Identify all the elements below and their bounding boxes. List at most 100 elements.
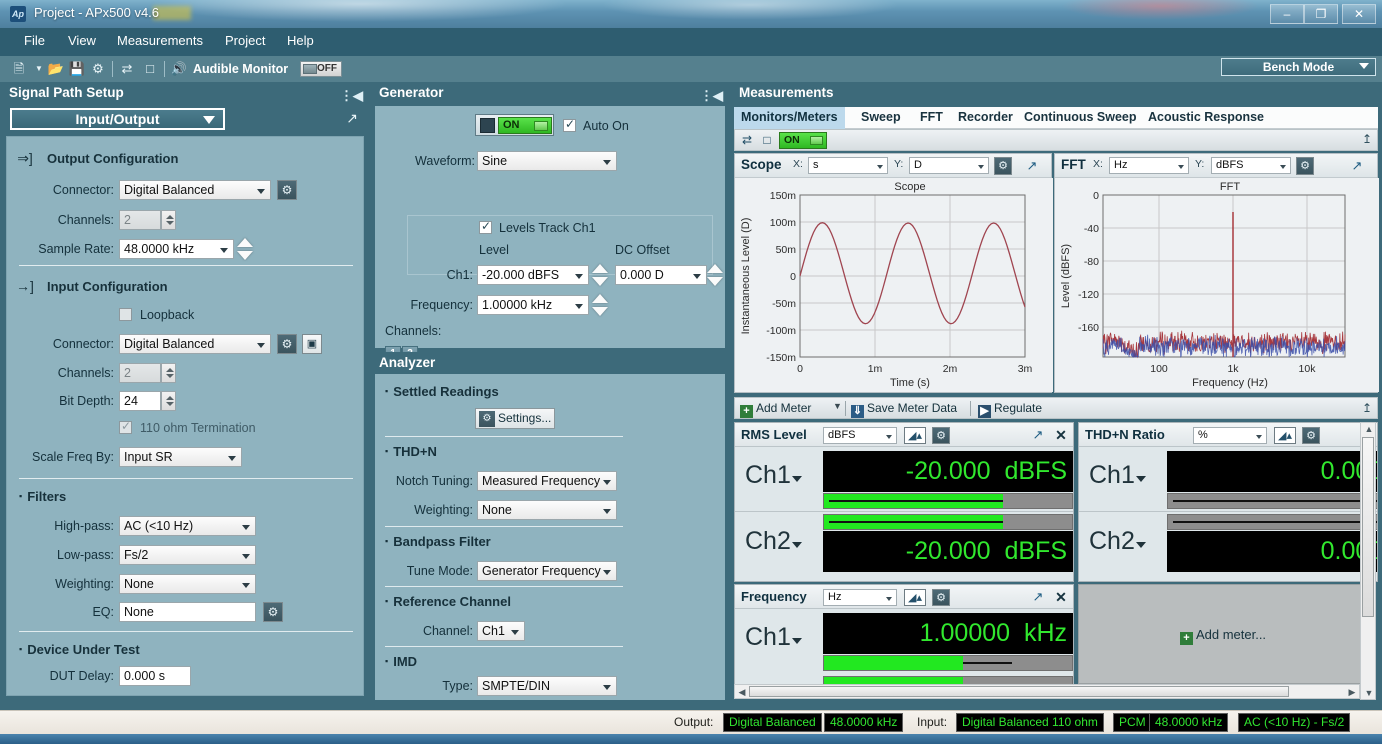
eq-settings-button[interactable]: ⚙: [263, 602, 283, 622]
signal-path-icon[interactable]: ⇄: [738, 132, 756, 149]
menu-view[interactable]: View: [68, 33, 96, 48]
fft-x-select[interactable]: Hz: [1109, 157, 1189, 174]
tab-recorder[interactable]: Recorder: [951, 107, 1020, 129]
add-meter-placeholder[interactable]: +Add meter...: [1078, 584, 1368, 684]
generator-frequency-stepper[interactable]: [590, 294, 610, 316]
bit-depth-stepper[interactable]: [161, 391, 176, 411]
rms-level-unit-select[interactable]: dBFS: [823, 427, 897, 444]
add-meter-caret-icon[interactable]: ▼: [833, 401, 842, 411]
scope-settings-button[interactable]: ⚙: [994, 157, 1012, 175]
reference-channel-select[interactable]: Ch1: [477, 621, 525, 641]
waveform-icon[interactable]: □: [758, 132, 776, 149]
rms-level-close-icon[interactable]: ✕: [1052, 427, 1070, 444]
frequency-popout-icon[interactable]: ↗: [1029, 589, 1047, 606]
input-output-selector[interactable]: Input/Output: [10, 108, 225, 130]
frequency-graph-icon[interactable]: ◢▴: [904, 589, 926, 606]
frequency-unit-select[interactable]: Hz: [823, 589, 897, 606]
save-icon[interactable]: 💾: [68, 60, 86, 78]
audible-monitor-toggle[interactable]: OFF: [300, 61, 342, 77]
save-meter-data-button[interactable]: ⇓Save Meter Data: [851, 401, 957, 418]
input-connector-settings-button[interactable]: ⚙: [277, 334, 297, 354]
bit-depth-field[interactable]: 24: [119, 391, 161, 411]
rms-level-graph-icon[interactable]: ◢▴: [904, 427, 926, 444]
new-document-icon[interactable]: 🗎: [10, 60, 28, 78]
popout-icon[interactable]: ↗: [346, 110, 358, 127]
generator-level-select[interactable]: -20.000 dBFS: [477, 265, 589, 285]
scope-x-select[interactable]: s: [808, 157, 888, 174]
scroll-left-arrow-icon[interactable]: ◀: [737, 687, 747, 698]
tab-monitors-meters[interactable]: Monitors/Meters: [734, 107, 845, 129]
meters-horizontal-scrollbar[interactable]: ◀ ▶: [734, 684, 1360, 699]
termination-checkbox[interactable]: [119, 421, 132, 434]
signal-path-icon[interactable]: ⇄: [118, 60, 136, 78]
sample-rate-stepper[interactable]: [235, 238, 255, 260]
generator-on-button[interactable]: ON: [475, 114, 554, 136]
meters-vertical-scrollbar[interactable]: ▲ ▼: [1360, 422, 1376, 700]
output-connector-select[interactable]: Digital Balanced: [119, 180, 271, 200]
dc-offset-select[interactable]: 0.000 D: [615, 265, 707, 285]
waveform-icon[interactable]: □: [141, 60, 159, 78]
thdn-ch2-caret-icon[interactable]: [1136, 542, 1146, 548]
settings-gear-icon[interactable]: ⚙: [89, 60, 107, 78]
frequency-settings-button[interactable]: ⚙: [932, 589, 950, 606]
generator-level-stepper[interactable]: [590, 264, 610, 286]
collapse-toolbar-icon[interactable]: ↥: [1362, 132, 1372, 146]
eq-field[interactable]: None: [119, 602, 256, 622]
monitor-on-button[interactable]: ON: [779, 132, 827, 149]
frequency-ch1-caret-icon[interactable]: [792, 638, 802, 644]
tab-sweep[interactable]: Sweep: [854, 107, 908, 129]
analyzer-weighting-select[interactable]: None: [477, 500, 617, 520]
input-channels-stepper[interactable]: [161, 363, 176, 383]
menu-file[interactable]: File: [24, 33, 45, 48]
imd-type-select[interactable]: SMPTE/DIN: [477, 676, 617, 696]
maximize-button[interactable]: ❐: [1304, 4, 1338, 24]
settled-readings-settings-button[interactable]: ⚙ Settings...: [475, 408, 555, 429]
scale-freq-select[interactable]: Input SR: [119, 447, 242, 467]
rms-level-settings-button[interactable]: ⚙: [932, 427, 950, 444]
output-connector-settings-button[interactable]: ⚙: [277, 180, 297, 200]
loopback-checkbox[interactable]: [119, 308, 132, 321]
tune-mode-select[interactable]: Generator Frequency: [477, 561, 617, 581]
dut-delay-field[interactable]: 0.000 s: [119, 666, 191, 686]
waveform-select[interactable]: Sine: [477, 151, 617, 171]
generator-frequency-select[interactable]: 1.00000 kHz: [477, 295, 589, 315]
scope-popout-icon[interactable]: ↗: [1023, 157, 1041, 175]
speaker-icon[interactable]: 🔊: [170, 60, 188, 78]
rms-level-popout-icon[interactable]: ↗: [1029, 427, 1047, 444]
levels-track-checkbox[interactable]: [479, 221, 492, 234]
regulate-button[interactable]: ▶Regulate: [978, 401, 1042, 418]
frequency-close-icon[interactable]: ✕: [1052, 589, 1070, 606]
menu-measurements[interactable]: Measurements: [117, 33, 203, 48]
thdn-unit-select[interactable]: %: [1193, 427, 1267, 444]
dropdown-caret-icon[interactable]: ▼: [30, 60, 48, 78]
fft-y-select[interactable]: dBFS: [1211, 157, 1291, 174]
sample-rate-select[interactable]: 48.0000 kHz: [119, 239, 234, 259]
highpass-select[interactable]: AC (<10 Hz): [119, 516, 256, 536]
scope-y-select[interactable]: D: [909, 157, 989, 174]
thdn-settings-button[interactable]: ⚙: [1302, 427, 1320, 444]
scroll-thumb[interactable]: [1362, 437, 1374, 617]
collapse-meters-icon[interactable]: ↥: [1362, 401, 1372, 415]
close-button[interactable]: ✕: [1342, 4, 1376, 24]
open-folder-icon[interactable]: 📂: [47, 60, 65, 78]
thdn-ch1-caret-icon[interactable]: [1136, 476, 1146, 482]
scroll-thumb-h[interactable]: [749, 686, 1289, 697]
notch-tuning-select[interactable]: Measured Frequency: [477, 471, 617, 491]
auto-on-checkbox[interactable]: [563, 119, 576, 132]
pin-panel-icon[interactable]: ⋮◀: [700, 85, 723, 106]
filter-weighting-select[interactable]: None: [119, 574, 256, 594]
tab-fft[interactable]: FFT: [913, 107, 950, 129]
input-monitor-icon[interactable]: ▣: [302, 334, 322, 354]
scroll-right-arrow-icon[interactable]: ▶: [1347, 687, 1357, 698]
scroll-up-arrow-icon[interactable]: ▲: [1364, 424, 1374, 434]
dc-offset-stepper[interactable]: [705, 264, 725, 286]
tab-acoustic-response[interactable]: Acoustic Response: [1141, 107, 1271, 129]
add-meter-button[interactable]: +Add Meter: [740, 401, 811, 418]
output-channels-stepper[interactable]: [161, 210, 176, 230]
minimize-button[interactable]: –: [1270, 4, 1304, 24]
rms-level-ch2-caret-icon[interactable]: [792, 542, 802, 548]
fft-settings-button[interactable]: ⚙: [1296, 157, 1314, 175]
menu-help[interactable]: Help: [287, 33, 314, 48]
thdn-graph-icon[interactable]: ◢▴: [1274, 427, 1296, 444]
lowpass-select[interactable]: Fs/2: [119, 545, 256, 565]
